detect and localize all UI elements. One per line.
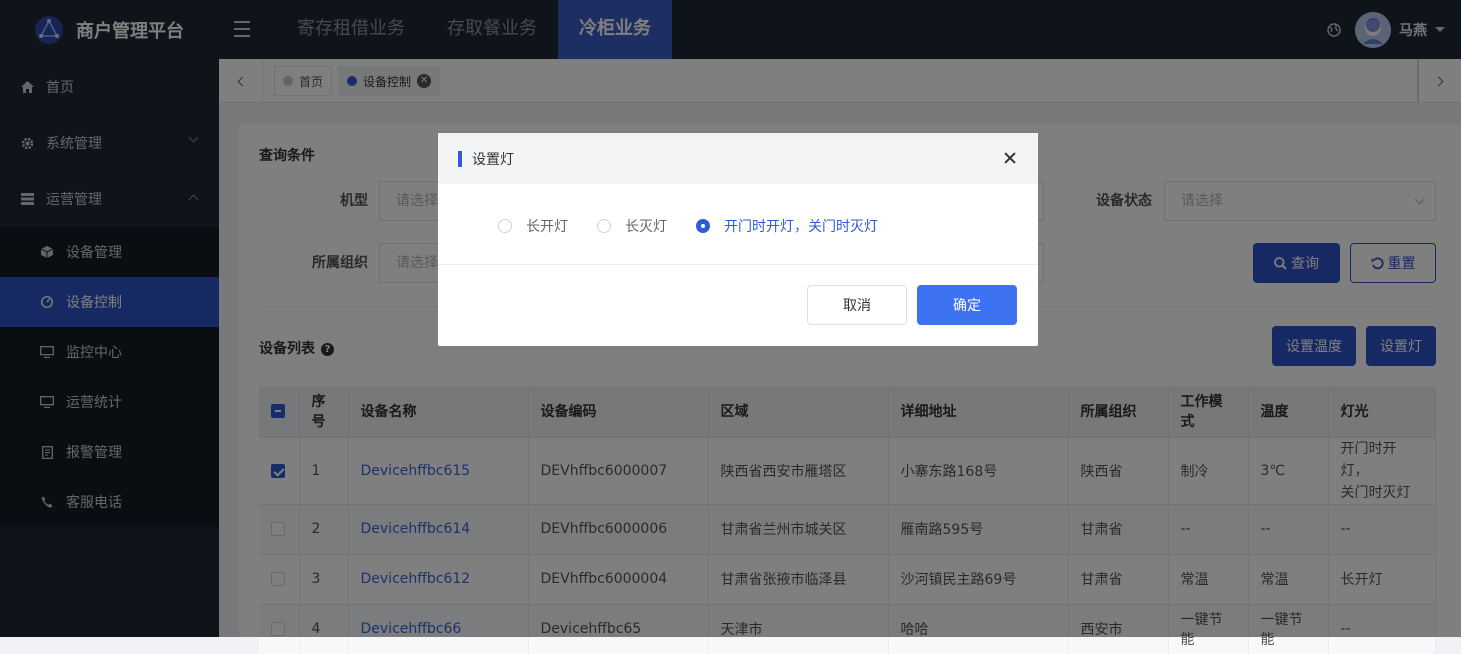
radio-circle <box>597 219 611 233</box>
dialog-title: 设置灯 <box>472 151 514 168</box>
radio-always-on[interactable]: 长开灯 <box>498 216 568 236</box>
set-light-dialog: 设置灯 长开灯 长灭灯 开门时开灯，关门时灭灯 取消 确定 <box>438 133 1038 346</box>
confirm-button[interactable]: 确定 <box>917 285 1017 325</box>
radio-door-triggered[interactable]: 开门时开灯，关门时灭灯 <box>696 216 878 236</box>
radio-label: 开门时开灯，关门时灭灯 <box>724 219 878 235</box>
dialog-divider <box>438 264 1038 265</box>
title-accent-bar <box>458 150 462 167</box>
light-mode-radio-group: 长开灯 长灭灯 开门时开灯，关门时灭灯 <box>498 216 907 236</box>
radio-label: 长开灯 <box>526 219 568 235</box>
radio-label: 长灭灯 <box>625 219 667 235</box>
dialog-header: 设置灯 <box>438 133 1038 184</box>
close-icon[interactable] <box>1002 150 1018 166</box>
radio-circle <box>696 219 710 233</box>
radio-always-off[interactable]: 长灭灯 <box>597 216 667 236</box>
radio-circle <box>498 219 512 233</box>
cancel-button[interactable]: 取消 <box>807 285 907 325</box>
